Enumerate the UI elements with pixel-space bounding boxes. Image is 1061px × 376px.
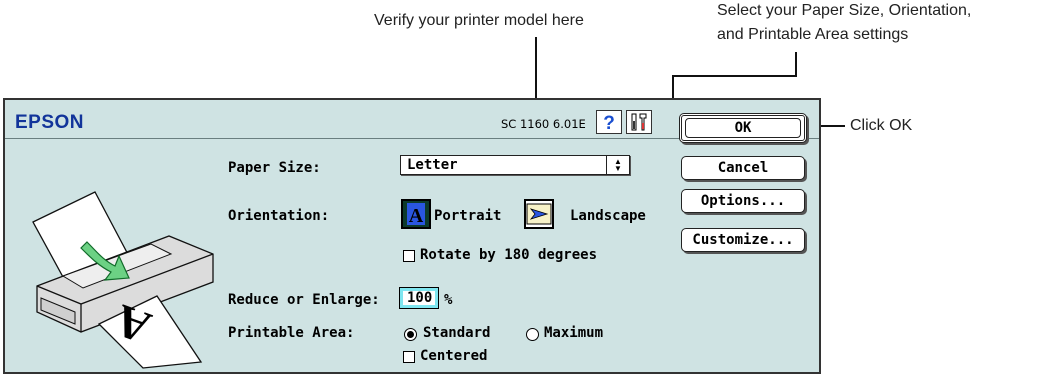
leader-line-settings-horizontal (672, 75, 797, 77)
landscape-option[interactable] (524, 199, 554, 229)
options-button[interactable]: Options... (681, 189, 805, 213)
ok-button[interactable]: OK (679, 113, 807, 143)
portrait-icon: A (407, 203, 425, 227)
ok-button-label: OK (685, 118, 801, 138)
printer-model-version: SC 1160 6.01E (501, 117, 586, 131)
maximum-label: Maximum (544, 325, 604, 341)
paper-size-label: Paper Size: (228, 160, 321, 176)
reduce-enlarge-value: 100 (407, 290, 433, 306)
landscape-label: Landscape (570, 208, 646, 224)
print-dialog: EPSON SC 1160 6.01E ? A Paper Size: Lett… (3, 98, 821, 374)
printable-area-label: Printable Area: (228, 325, 355, 341)
callout-paper-settings-line1: Select your Paper Size, Orientation, (717, 2, 972, 19)
tools-icon (631, 113, 647, 131)
callout-printer-model: Verify your printer model here (374, 12, 584, 29)
rotate-180-label: Rotate by 180 degrees (420, 247, 598, 263)
svg-text:A: A (409, 205, 424, 225)
cancel-button[interactable]: Cancel (681, 156, 805, 180)
reduce-enlarge-label: Reduce or Enlarge: (228, 292, 380, 308)
leader-line-settings-top (795, 52, 797, 76)
epson-logo: EPSON (15, 112, 85, 133)
callout-paper-settings-line2: and Printable Area settings (717, 26, 909, 43)
standard-radio[interactable] (404, 328, 417, 341)
maximum-radio[interactable] (526, 328, 539, 341)
paper-size-value: Letter (407, 157, 458, 173)
centered-checkbox[interactable] (403, 351, 415, 363)
up-down-arrows-icon: ▲ ▼ (606, 156, 629, 174)
paper-size-select[interactable]: Letter ▲ ▼ (400, 155, 630, 175)
reduce-enlarge-input[interactable]: 100 (399, 287, 439, 309)
portrait-label: Portrait (434, 208, 502, 224)
landscape-icon (526, 203, 552, 225)
question-mark-icon: ? (603, 113, 615, 132)
centered-label: Centered (420, 348, 488, 364)
tools-button[interactable] (626, 110, 652, 134)
percent-unit: % (444, 292, 453, 308)
portrait-option[interactable]: A (401, 199, 431, 229)
customize-button[interactable]: Customize... (681, 228, 805, 252)
rotate-180-checkbox[interactable] (403, 250, 415, 262)
standard-label: Standard (423, 325, 491, 341)
svg-text:?: ? (603, 113, 615, 132)
orientation-label: Orientation: (228, 208, 330, 224)
printer-illustration: A (32, 191, 214, 369)
callout-ok: Click OK (850, 117, 913, 134)
help-button[interactable]: ? (596, 110, 622, 134)
